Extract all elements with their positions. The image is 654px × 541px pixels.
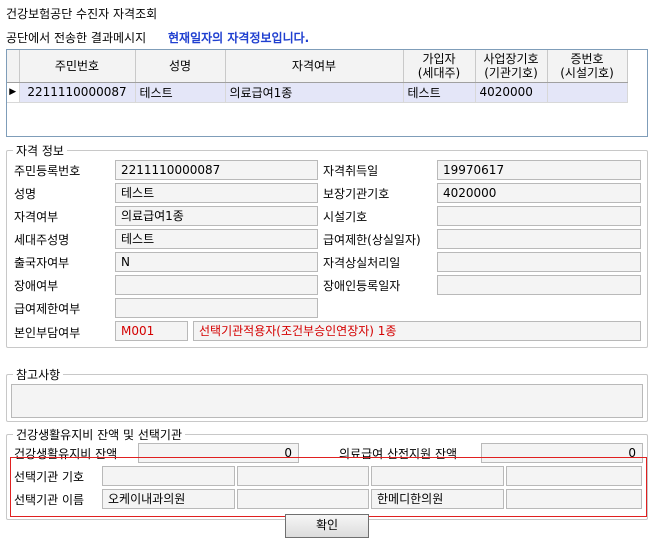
departure-field[interactable]: N bbox=[115, 252, 318, 272]
benefit-limit-label: 급여제한(상실일자) bbox=[323, 233, 421, 247]
cell-business-code[interactable]: 4020000 bbox=[475, 82, 548, 103]
remarks-field[interactable] bbox=[11, 384, 643, 418]
table-row[interactable]: ▶ 2211110000087 테스트 의료급여1종 테스트 4020000 bbox=[7, 82, 628, 103]
qualification-legend: 자격 정보 bbox=[13, 142, 67, 159]
grid-header-card-no-text: 증번호 (시설기호) bbox=[560, 51, 614, 80]
cell-name[interactable]: 테스트 bbox=[135, 82, 226, 103]
selected-code-field-3[interactable] bbox=[371, 466, 504, 486]
row-selector-icon[interactable]: ▶ bbox=[7, 82, 20, 103]
qualification-grid[interactable]: 주민번호 성명 자격여부 가입자 (세대주) 사업장기호 (기관기호) 증번호 … bbox=[6, 49, 648, 137]
selected-code-field-4[interactable] bbox=[506, 466, 642, 486]
cell-status[interactable]: 의료급여1종 bbox=[225, 82, 404, 103]
selected-name-label: 선택기관 이름 bbox=[14, 493, 85, 507]
copay-label: 본인부담여부 bbox=[14, 326, 81, 340]
resident-no-label: 주민등록번호 bbox=[14, 164, 81, 178]
householder-label: 세대주성명 bbox=[14, 233, 70, 247]
selected-code-field-1[interactable] bbox=[102, 466, 235, 486]
loss-date-field[interactable] bbox=[437, 252, 641, 272]
resident-no-field[interactable]: 2211110000087 bbox=[115, 160, 318, 180]
name-field[interactable]: 테스트 bbox=[115, 183, 318, 203]
grid-header-status[interactable]: 자격여부 bbox=[225, 50, 404, 83]
copay-code-field[interactable]: M001 bbox=[115, 321, 188, 341]
selected-name-field-4[interactable] bbox=[506, 489, 642, 509]
ok-button[interactable]: 확인 bbox=[285, 514, 369, 538]
grid-header-subscriber-text: 가입자 (세대주) bbox=[417, 51, 461, 80]
grid-header-card-no[interactable]: 증번호 (시설기호) bbox=[547, 50, 628, 83]
grid-header-subscriber[interactable]: 가입자 (세대주) bbox=[403, 50, 476, 83]
result-message: 현재일자의 자격정보입니다. bbox=[168, 31, 310, 45]
copay-desc-field[interactable]: 선택기관적용자(조건부승인연장자) 1종 bbox=[193, 321, 641, 341]
grid-header-name[interactable]: 성명 bbox=[135, 50, 226, 83]
selected-name-field-3[interactable]: 한메디한의원 bbox=[371, 489, 504, 509]
grid-header-selector bbox=[7, 50, 20, 83]
benefit-restrict-field[interactable] bbox=[115, 298, 318, 318]
name-label: 성명 bbox=[14, 187, 37, 201]
selected-name-field-2[interactable] bbox=[237, 489, 369, 509]
facility-code-label: 시설기호 bbox=[323, 210, 368, 224]
disability-label: 장애여부 bbox=[14, 279, 59, 293]
institution-code-field[interactable]: 4020000 bbox=[437, 183, 641, 203]
benefit-limit-field[interactable] bbox=[437, 229, 641, 249]
result-message-label: 공단에서 전송한 결과메시지 bbox=[6, 31, 147, 45]
health-fund-legend: 건강생활유지비 잔액 및 선택기관 bbox=[13, 426, 186, 443]
disability-reg-label: 장애인등록일자 bbox=[323, 279, 401, 293]
grid-header-business-code[interactable]: 사업장기호 (기관기호) bbox=[475, 50, 548, 83]
disability-reg-field[interactable] bbox=[437, 275, 641, 295]
facility-code-field[interactable] bbox=[437, 206, 641, 226]
benefit-restrict-label: 급여제한여부 bbox=[14, 302, 81, 316]
cell-subscriber[interactable]: 테스트 bbox=[403, 82, 476, 103]
selected-name-field-1[interactable]: 오케이내과의원 bbox=[102, 489, 235, 509]
disability-field[interactable] bbox=[115, 275, 318, 295]
loss-date-label: 자격상실처리일 bbox=[323, 256, 401, 270]
acquire-date-label: 자격취득일 bbox=[323, 164, 379, 178]
householder-field[interactable]: 테스트 bbox=[115, 229, 318, 249]
grid-header-business-code-text: 사업장기호 (기관기호) bbox=[483, 51, 539, 80]
selected-code-label: 선택기관 기호 bbox=[14, 470, 85, 484]
status-label: 자격여부 bbox=[14, 210, 59, 224]
selected-code-field-2[interactable] bbox=[237, 466, 369, 486]
cell-resident-no[interactable]: 2211110000087 bbox=[19, 82, 136, 103]
window-title: 건강보험공단 수진자 자격조회 bbox=[6, 7, 158, 21]
cell-card-no[interactable] bbox=[547, 82, 628, 103]
remarks-legend: 참고사항 bbox=[13, 366, 64, 383]
departure-label: 출국자여부 bbox=[14, 256, 70, 270]
acquire-date-field[interactable]: 19970617 bbox=[437, 160, 641, 180]
institution-code-label: 보장기관기호 bbox=[323, 187, 390, 201]
grid-header-resident-no[interactable]: 주민번호 bbox=[19, 50, 136, 83]
status-field[interactable]: 의료급여1종 bbox=[115, 206, 318, 226]
